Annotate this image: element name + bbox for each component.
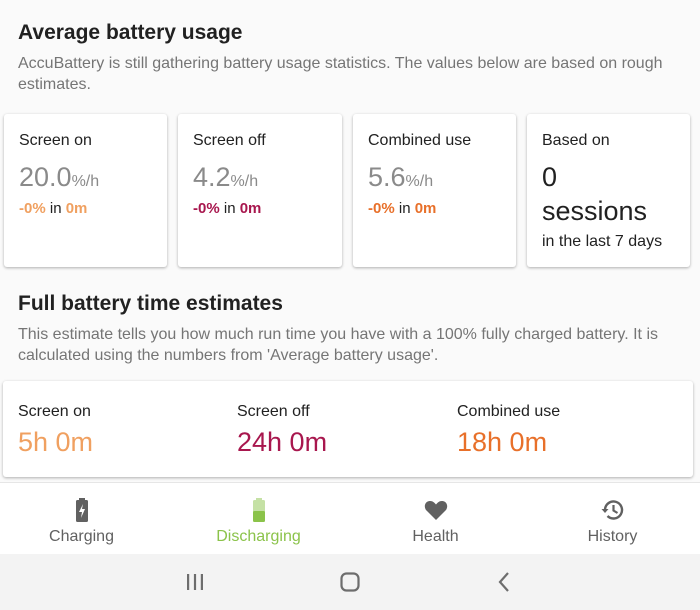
recents-button[interactable]: [175, 568, 215, 596]
recents-icon: [187, 574, 203, 590]
bottom-navigation: Charging Discharging Health History: [0, 482, 700, 555]
system-navigation-bar: [0, 554, 700, 610]
sessions-period: in the last 7 days: [542, 233, 663, 250]
card-label: Based on: [542, 132, 610, 149]
usage-delta: -0% in 0m: [19, 200, 87, 217]
usage-delta: -0% in 0m: [193, 200, 261, 217]
estimate-value: 18h 0m: [457, 427, 548, 457]
average-usage-title: Average battery usage: [18, 21, 243, 44]
delta-in: in: [49, 200, 62, 217]
nav-label: Charging: [49, 528, 114, 545]
screen-on-usage-card: Screen on 20.0%/h -0% in 0m: [4, 114, 167, 267]
sessions-word: sessions: [542, 196, 648, 226]
estimate-label: Screen on: [18, 403, 91, 420]
delta-in: in: [223, 200, 236, 217]
card-label: Screen off: [193, 132, 266, 149]
delta-time: 0m: [65, 200, 88, 217]
usage-rate-unit: %/h: [230, 173, 259, 190]
average-usage-description: AccuBattery is still gathering battery u…: [18, 55, 663, 93]
usage-rate-unit: %/h: [71, 173, 100, 190]
usage-rate-value: 4.2: [193, 162, 231, 192]
nav-item-charging[interactable]: Charging: [0, 483, 169, 555]
delta-percent: -0%: [19, 200, 46, 217]
nav-label: History: [587, 528, 638, 545]
full-battery-estimates-card: Screen on 5h 0m Screen off 24h 0m Combin…: [3, 381, 693, 477]
nav-item-health[interactable]: Health: [348, 483, 523, 555]
usage-rate: 20.0%/h: [19, 162, 99, 193]
usage-rate: 4.2%/h: [193, 162, 258, 193]
nav-item-discharging[interactable]: Discharging: [171, 483, 346, 555]
back-icon: [498, 572, 509, 592]
full-battery-description: This estimate tells you how much run tim…: [18, 326, 658, 364]
delta-time: 0m: [414, 200, 437, 217]
estimate-label: Screen off: [237, 403, 310, 420]
delta-percent: -0%: [368, 200, 395, 217]
home-button[interactable]: [330, 568, 370, 596]
card-label: Combined use: [368, 132, 472, 149]
estimate-label: Combined use: [457, 403, 561, 420]
combined-usage-card: Combined use 5.6%/h -0% in 0m: [353, 114, 516, 267]
estimate-value: 24h 0m: [237, 427, 328, 457]
sessions-count: 0: [542, 162, 558, 192]
usage-rate-unit: %/h: [405, 173, 434, 190]
usage-rate: 5.6%/h: [368, 162, 433, 193]
delta-in: in: [398, 200, 411, 217]
sessions-card: Based on 0 sessions in the last 7 days: [527, 114, 690, 267]
estimate-value: 5h 0m: [18, 427, 94, 457]
home-icon: [340, 572, 360, 592]
nav-label: Discharging: [216, 528, 301, 545]
main-content: Average battery usage AccuBattery is sti…: [0, 0, 700, 482]
usage-rate-value: 20.0: [19, 162, 72, 192]
delta-percent: -0%: [193, 200, 220, 217]
heart-icon: [424, 500, 447, 520]
screen-off-usage-card: Screen off 4.2%/h -0% in 0m: [178, 114, 342, 267]
card-label: Screen on: [19, 132, 92, 149]
battery-charging-icon: [75, 498, 88, 522]
nav-item-history[interactable]: History: [525, 483, 700, 555]
usage-rate-value: 5.6: [368, 162, 406, 192]
usage-delta: -0% in 0m: [368, 200, 436, 217]
back-button[interactable]: [484, 568, 524, 596]
battery-icon: [252, 498, 265, 522]
full-battery-title: Full battery time estimates: [18, 292, 283, 315]
history-icon: [601, 500, 623, 520]
nav-label: Health: [412, 528, 459, 545]
delta-time: 0m: [239, 200, 262, 217]
